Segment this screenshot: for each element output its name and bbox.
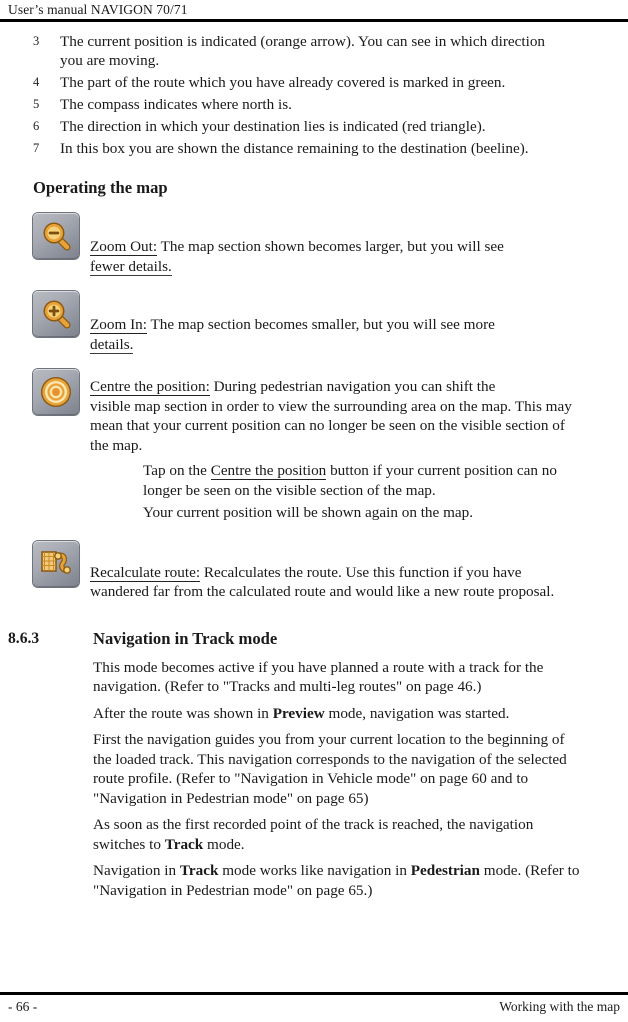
zoom-out-description: Zoom Out: The map section shown becomes … bbox=[0, 213, 628, 276]
legend-item: 4 The part of the route which you have a… bbox=[0, 73, 628, 92]
recalculate-route-text-line1: Recalculates the route. Use this functio… bbox=[200, 563, 522, 581]
emphasis-text: Track bbox=[164, 835, 204, 853]
operating-map-heading: Operating the map bbox=[33, 178, 168, 197]
legend-item-text: The part of the route which you have alr… bbox=[60, 74, 506, 91]
zoom-in-entry: Zoom In: The map section becomes smaller… bbox=[0, 291, 628, 354]
paragraph: After the route was shown in Preview mod… bbox=[93, 704, 580, 724]
emphasis-text: Pedestrian bbox=[410, 862, 480, 879]
zoom-out-entry: Zoom Out: The map section shown becomes … bbox=[0, 213, 628, 276]
plain-text: After the route was shown in bbox=[93, 704, 273, 722]
plain-text: This mode becomes active if you have pla… bbox=[93, 658, 544, 696]
centre-position-entry: Centre the position: During pedestrian n… bbox=[0, 369, 628, 455]
legend-item: 6 The direction in which your destinatio… bbox=[0, 117, 628, 136]
plain-text: mode, navigation was started. bbox=[324, 704, 510, 722]
zoom-out-text-line2: fewer details. bbox=[90, 257, 172, 276]
plain-text: First the navigation guides you from you… bbox=[93, 731, 567, 807]
legend-item-number: 6 bbox=[33, 119, 40, 133]
plain-text: mode. bbox=[203, 835, 245, 853]
recalculate-route-entry: Recalculate route: Recalculates the rout… bbox=[0, 540, 628, 602]
step-item: Tap on the Centre the position button if… bbox=[143, 461, 580, 500]
footer-divider bbox=[0, 992, 628, 995]
zoom-out-label: Zoom Out: bbox=[90, 238, 158, 256]
centre-position-label: Centre the position: bbox=[90, 378, 210, 396]
footer-page-number: - 66 - bbox=[8, 999, 38, 1014]
legend-item-text: In this box you are shown the distance r… bbox=[60, 140, 529, 157]
plain-text: As soon as the first recorded point of t… bbox=[93, 816, 534, 853]
legend-item-number: 7 bbox=[33, 141, 40, 155]
paragraph: Navigation in Track mode works like navi… bbox=[93, 861, 580, 900]
zoom-in-description: Zoom In: The map section becomes smaller… bbox=[0, 291, 628, 354]
centre-position-steps: Tap on the Centre the position button if… bbox=[0, 461, 628, 523]
step-emphasis: Centre the position bbox=[210, 462, 327, 480]
centre-position-text-line2: visible map section in order to view the… bbox=[90, 397, 572, 454]
zoom-out-icon[interactable] bbox=[33, 213, 79, 259]
legend-item: 7 In this box you are shown the distance… bbox=[0, 139, 628, 158]
emphasis-text: Track bbox=[179, 862, 219, 879]
zoom-in-label: Zoom In: bbox=[90, 316, 147, 334]
recalculate-route-text-line2: wandered far from the calculated route a… bbox=[90, 583, 555, 600]
section-body: This mode becomes active if you have pla… bbox=[0, 658, 628, 901]
legend-item-number: 4 bbox=[33, 75, 40, 89]
footer-chapter-name: Working with the map bbox=[499, 999, 620, 1014]
step-prefix: Tap on the bbox=[143, 462, 211, 479]
paragraph: As soon as the first recorded point of t… bbox=[93, 815, 580, 854]
recalculate-route-icon[interactable] bbox=[33, 540, 79, 587]
step-item: Your current position will be shown agai… bbox=[143, 503, 580, 523]
header-divider bbox=[0, 19, 628, 22]
emphasis-text: Preview bbox=[272, 704, 325, 722]
paragraph: This mode becomes active if you have pla… bbox=[93, 658, 580, 697]
page-footer: - 66 - Working with the map bbox=[0, 992, 628, 1022]
zoom-in-text-line2: details. bbox=[90, 335, 134, 354]
section-number: 8.6.3 bbox=[8, 629, 40, 647]
legend-item-number: 5 bbox=[33, 97, 40, 111]
zoom-out-text-line1: The map section shown becomes larger, bu… bbox=[157, 238, 504, 255]
legend-item-text: The current position is indicated (orang… bbox=[60, 33, 546, 69]
zoom-in-text-line1: The map section becomes smaller, but you… bbox=[146, 316, 495, 333]
step-prefix: Your current position will be shown agai… bbox=[143, 504, 474, 521]
zoom-in-icon[interactable] bbox=[33, 291, 79, 337]
running-header-title: User’s manual NAVIGON 70/71 bbox=[8, 2, 188, 17]
recalculate-route-description: Recalculate route: Recalculates the rout… bbox=[0, 541, 628, 602]
legend-item-number: 3 bbox=[33, 34, 40, 48]
plain-text: Navigation in bbox=[93, 862, 180, 879]
centre-position-text-line1: During pedestrian navigation you can shi… bbox=[209, 378, 496, 395]
map-legend-list: 3 The current position is indicated (ora… bbox=[0, 32, 628, 158]
legend-item-text: The direction in which your destination … bbox=[60, 118, 486, 135]
legend-item: 5 The compass indicates where north is. bbox=[0, 95, 628, 114]
page-header: User’s manual NAVIGON 70/71 bbox=[0, 0, 628, 22]
section-heading: 8.6.3 Navigation in Track mode bbox=[0, 628, 628, 650]
legend-item: 3 The current position is indicated (ora… bbox=[0, 32, 628, 70]
page-content: 3 The current position is indicated (ora… bbox=[0, 32, 628, 907]
plain-text: mode works like navigation in bbox=[218, 862, 411, 879]
section-title: Navigation in Track mode bbox=[93, 628, 278, 648]
paragraph: First the navigation guides you from you… bbox=[93, 730, 580, 808]
centre-position-description: Centre the position: During pedestrian n… bbox=[0, 369, 628, 455]
centre-position-icon[interactable] bbox=[33, 369, 79, 415]
recalculate-route-label: Recalculate route: bbox=[90, 563, 201, 582]
legend-item-text: The compass indicates where north is. bbox=[60, 96, 292, 113]
